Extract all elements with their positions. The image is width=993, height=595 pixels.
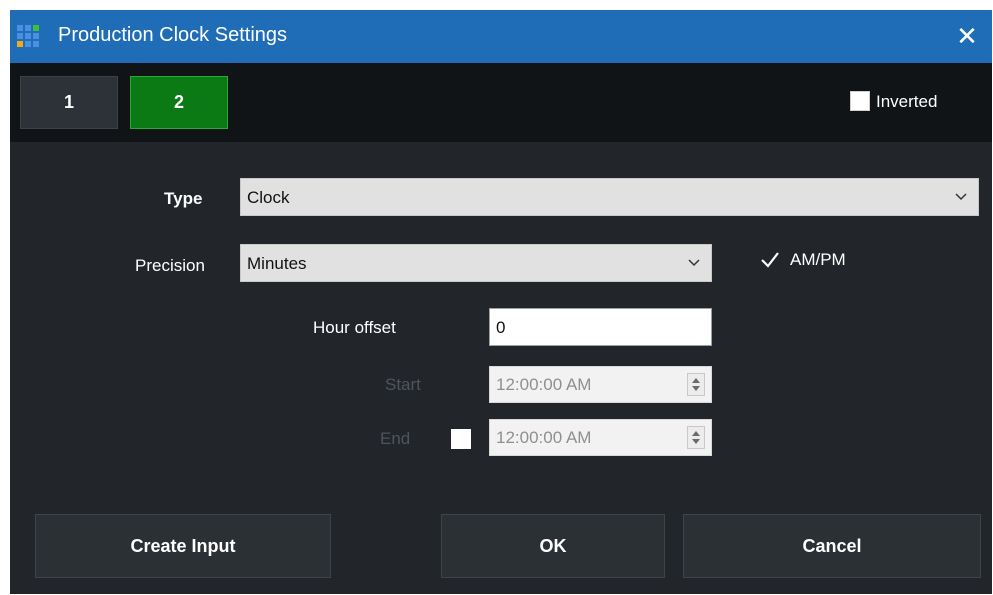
tab-1[interactable]: 1 [20,76,118,129]
inverted-checkbox[interactable] [850,91,870,111]
precision-value: Minutes [247,254,307,273]
checkmark-icon[interactable] [760,250,780,270]
hour-offset-label: Hour offset [313,318,396,337]
hour-offset-value: 0 [496,318,506,337]
start-time-value: 12:00:00 AM [496,375,592,394]
hour-offset-input[interactable]: 0 [489,308,712,346]
title-bar: Production Clock Settings ✕ [10,10,992,63]
chevron-down-icon [955,193,967,201]
create-input-button[interactable]: Create Input [35,514,331,578]
cancel-button[interactable]: Cancel [683,514,981,578]
precision-dropdown[interactable]: Minutes [240,244,712,282]
type-label: Type [164,189,203,208]
window-title: Production Clock Settings [58,24,288,46]
end-checkbox[interactable] [451,429,471,449]
precision-label: Precision [135,256,205,275]
type-value: Clock [247,188,290,207]
end-time-value: 12:00:00 AM [496,428,592,447]
spinner-arrows-icon[interactable] [687,426,705,449]
end-label: End [380,429,411,448]
type-dropdown[interactable]: Clock [240,178,979,216]
start-label: Start [385,375,421,394]
dialog-window: Production Clock Settings ✕ 1 2 Inverted… [10,10,992,594]
end-time-input[interactable]: 12:00:00 AM [489,419,712,456]
close-icon[interactable]: ✕ [942,10,992,63]
chevron-down-icon [688,259,700,267]
start-time-input[interactable]: 12:00:00 AM [489,366,712,403]
tab-2[interactable]: 2 [130,76,228,129]
tab-bar: 1 2 Inverted [10,63,992,142]
vmix-grid-icon [17,25,39,49]
ampm-label: AM/PM [790,250,846,269]
inverted-label: Inverted [876,92,938,111]
spinner-arrows-icon[interactable] [687,373,705,396]
ok-button[interactable]: OK [441,514,665,578]
